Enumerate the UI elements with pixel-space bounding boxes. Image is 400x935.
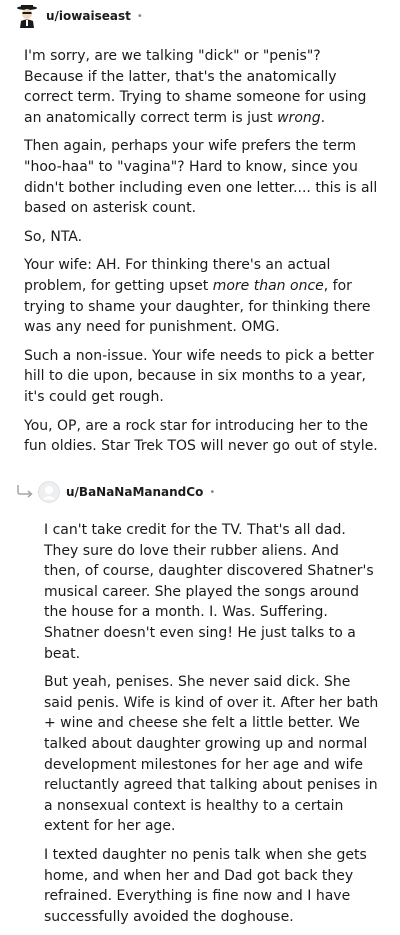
separator-dot: • <box>209 486 216 498</box>
comment-paragraph: I'm sorry, are we talking "dick" or "pen… <box>24 48 367 126</box>
comment-paragraph: Then again, perhaps your wife prefers th… <box>24 138 378 217</box>
comment-body: I can't take credit for the TV. That's a… <box>44 520 379 935</box>
reply-arrow-icon <box>17 485 33 498</box>
comment-header: u/iowaiseast • <box>16 4 143 28</box>
comment-paragraph: Such a non-issue. Your wife needs to pic… <box>24 347 374 405</box>
comment-author[interactable]: u/iowaiseast <box>46 9 131 23</box>
comment-paragraph: I can't take credit for the TV. That's a… <box>44 522 374 662</box>
comment-paragraph: Your wife: AH. For thinking there's an a… <box>24 257 371 336</box>
user-avatar-icon[interactable] <box>16 4 38 28</box>
comment-body: I'm sorry, are we talking "dick" or "pen… <box>24 46 379 465</box>
comment-paragraph: I texted daughter no penis talk when she… <box>44 846 367 925</box>
comment-paragraph: So, NTA. <box>24 228 83 245</box>
comment-header: u/BaNaNaManandCo • <box>38 480 215 504</box>
comment-author[interactable]: u/BaNaNaManandCo <box>66 485 203 499</box>
default-avatar-icon[interactable] <box>38 481 60 503</box>
comment-paragraph: You, OP, are a rock star for introducing… <box>24 417 378 455</box>
separator-dot: • <box>136 10 143 22</box>
comment-paragraph: But yeah, penises. She never said dick. … <box>44 674 379 835</box>
